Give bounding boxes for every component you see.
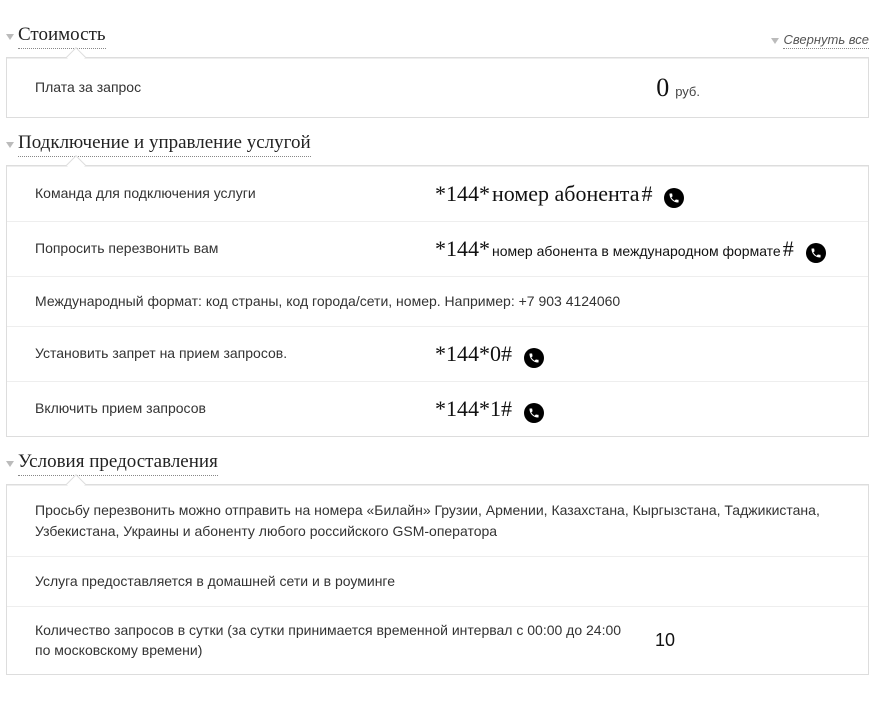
section-title: Условия предоставления: [18, 451, 218, 476]
daily-limit-label: Количество запросов в сутки (за сутки пр…: [35, 621, 655, 660]
chevron-down-icon: [6, 34, 14, 40]
connect-value: *144*номер абонента#: [435, 181, 840, 207]
terms-box: Просьбу перезвонить можно отправить на н…: [6, 484, 869, 675]
phone-icon[interactable]: [524, 348, 544, 368]
chevron-down-icon: [6, 142, 14, 148]
collapse-all-label: Свернуть все: [783, 32, 869, 49]
chevron-down-icon: [771, 38, 779, 44]
chevron-down-icon: [6, 461, 14, 467]
fee-value: 0: [656, 73, 669, 103]
callback-label: Попросить перезвонить вам: [35, 239, 435, 259]
manage-box: Команда для подключения услуги *144*номе…: [6, 165, 869, 437]
code-part: *144*1#: [435, 396, 512, 422]
connect-label: Команда для подключения услуги: [35, 184, 435, 204]
daily-limit-value-wrap: 10: [655, 630, 840, 651]
fee-unit: руб.: [675, 84, 700, 99]
code-part: номер абонента в международном формате: [492, 243, 781, 259]
cost-box: Плата за запрос 0 руб.: [6, 57, 869, 118]
section-header-manage[interactable]: Подключение и управление услугой: [6, 132, 311, 157]
code-part: *144*: [435, 236, 490, 262]
fee-label: Плата за запрос: [35, 78, 435, 98]
enable-label: Включить прием запросов: [35, 399, 435, 419]
fee-value-wrap: 0 руб.: [435, 73, 840, 103]
section-title: Подключение и управление услугой: [18, 132, 311, 157]
collapse-all-link[interactable]: Свернуть все: [771, 32, 869, 49]
intl-format-note: Международный формат: код страны, код го…: [7, 276, 868, 326]
section-header-terms[interactable]: Условия предоставления: [6, 451, 218, 476]
section-title: Стоимость: [18, 24, 106, 49]
terms-text-1: Просьбу перезвонить можно отправить на н…: [7, 485, 868, 556]
callback-value: *144*номер абонента в международном форм…: [435, 236, 840, 262]
code-part: *144*: [435, 181, 490, 207]
block-label: Установить запрет на прием запросов.: [35, 344, 435, 364]
code-part: #: [783, 236, 794, 262]
phone-icon[interactable]: [664, 188, 684, 208]
code-part: номер абонента: [492, 181, 639, 207]
daily-limit-value: 10: [655, 630, 675, 651]
phone-icon[interactable]: [524, 403, 544, 423]
code-part: *144*0#: [435, 341, 512, 367]
block-value: *144*0#: [435, 341, 840, 367]
enable-value: *144*1#: [435, 396, 840, 422]
terms-text-2: Услуга предоставляется в домашней сети и…: [7, 556, 868, 606]
section-header-cost[interactable]: Стоимость: [6, 24, 106, 49]
code-part: #: [641, 181, 652, 207]
phone-icon[interactable]: [806, 243, 826, 263]
